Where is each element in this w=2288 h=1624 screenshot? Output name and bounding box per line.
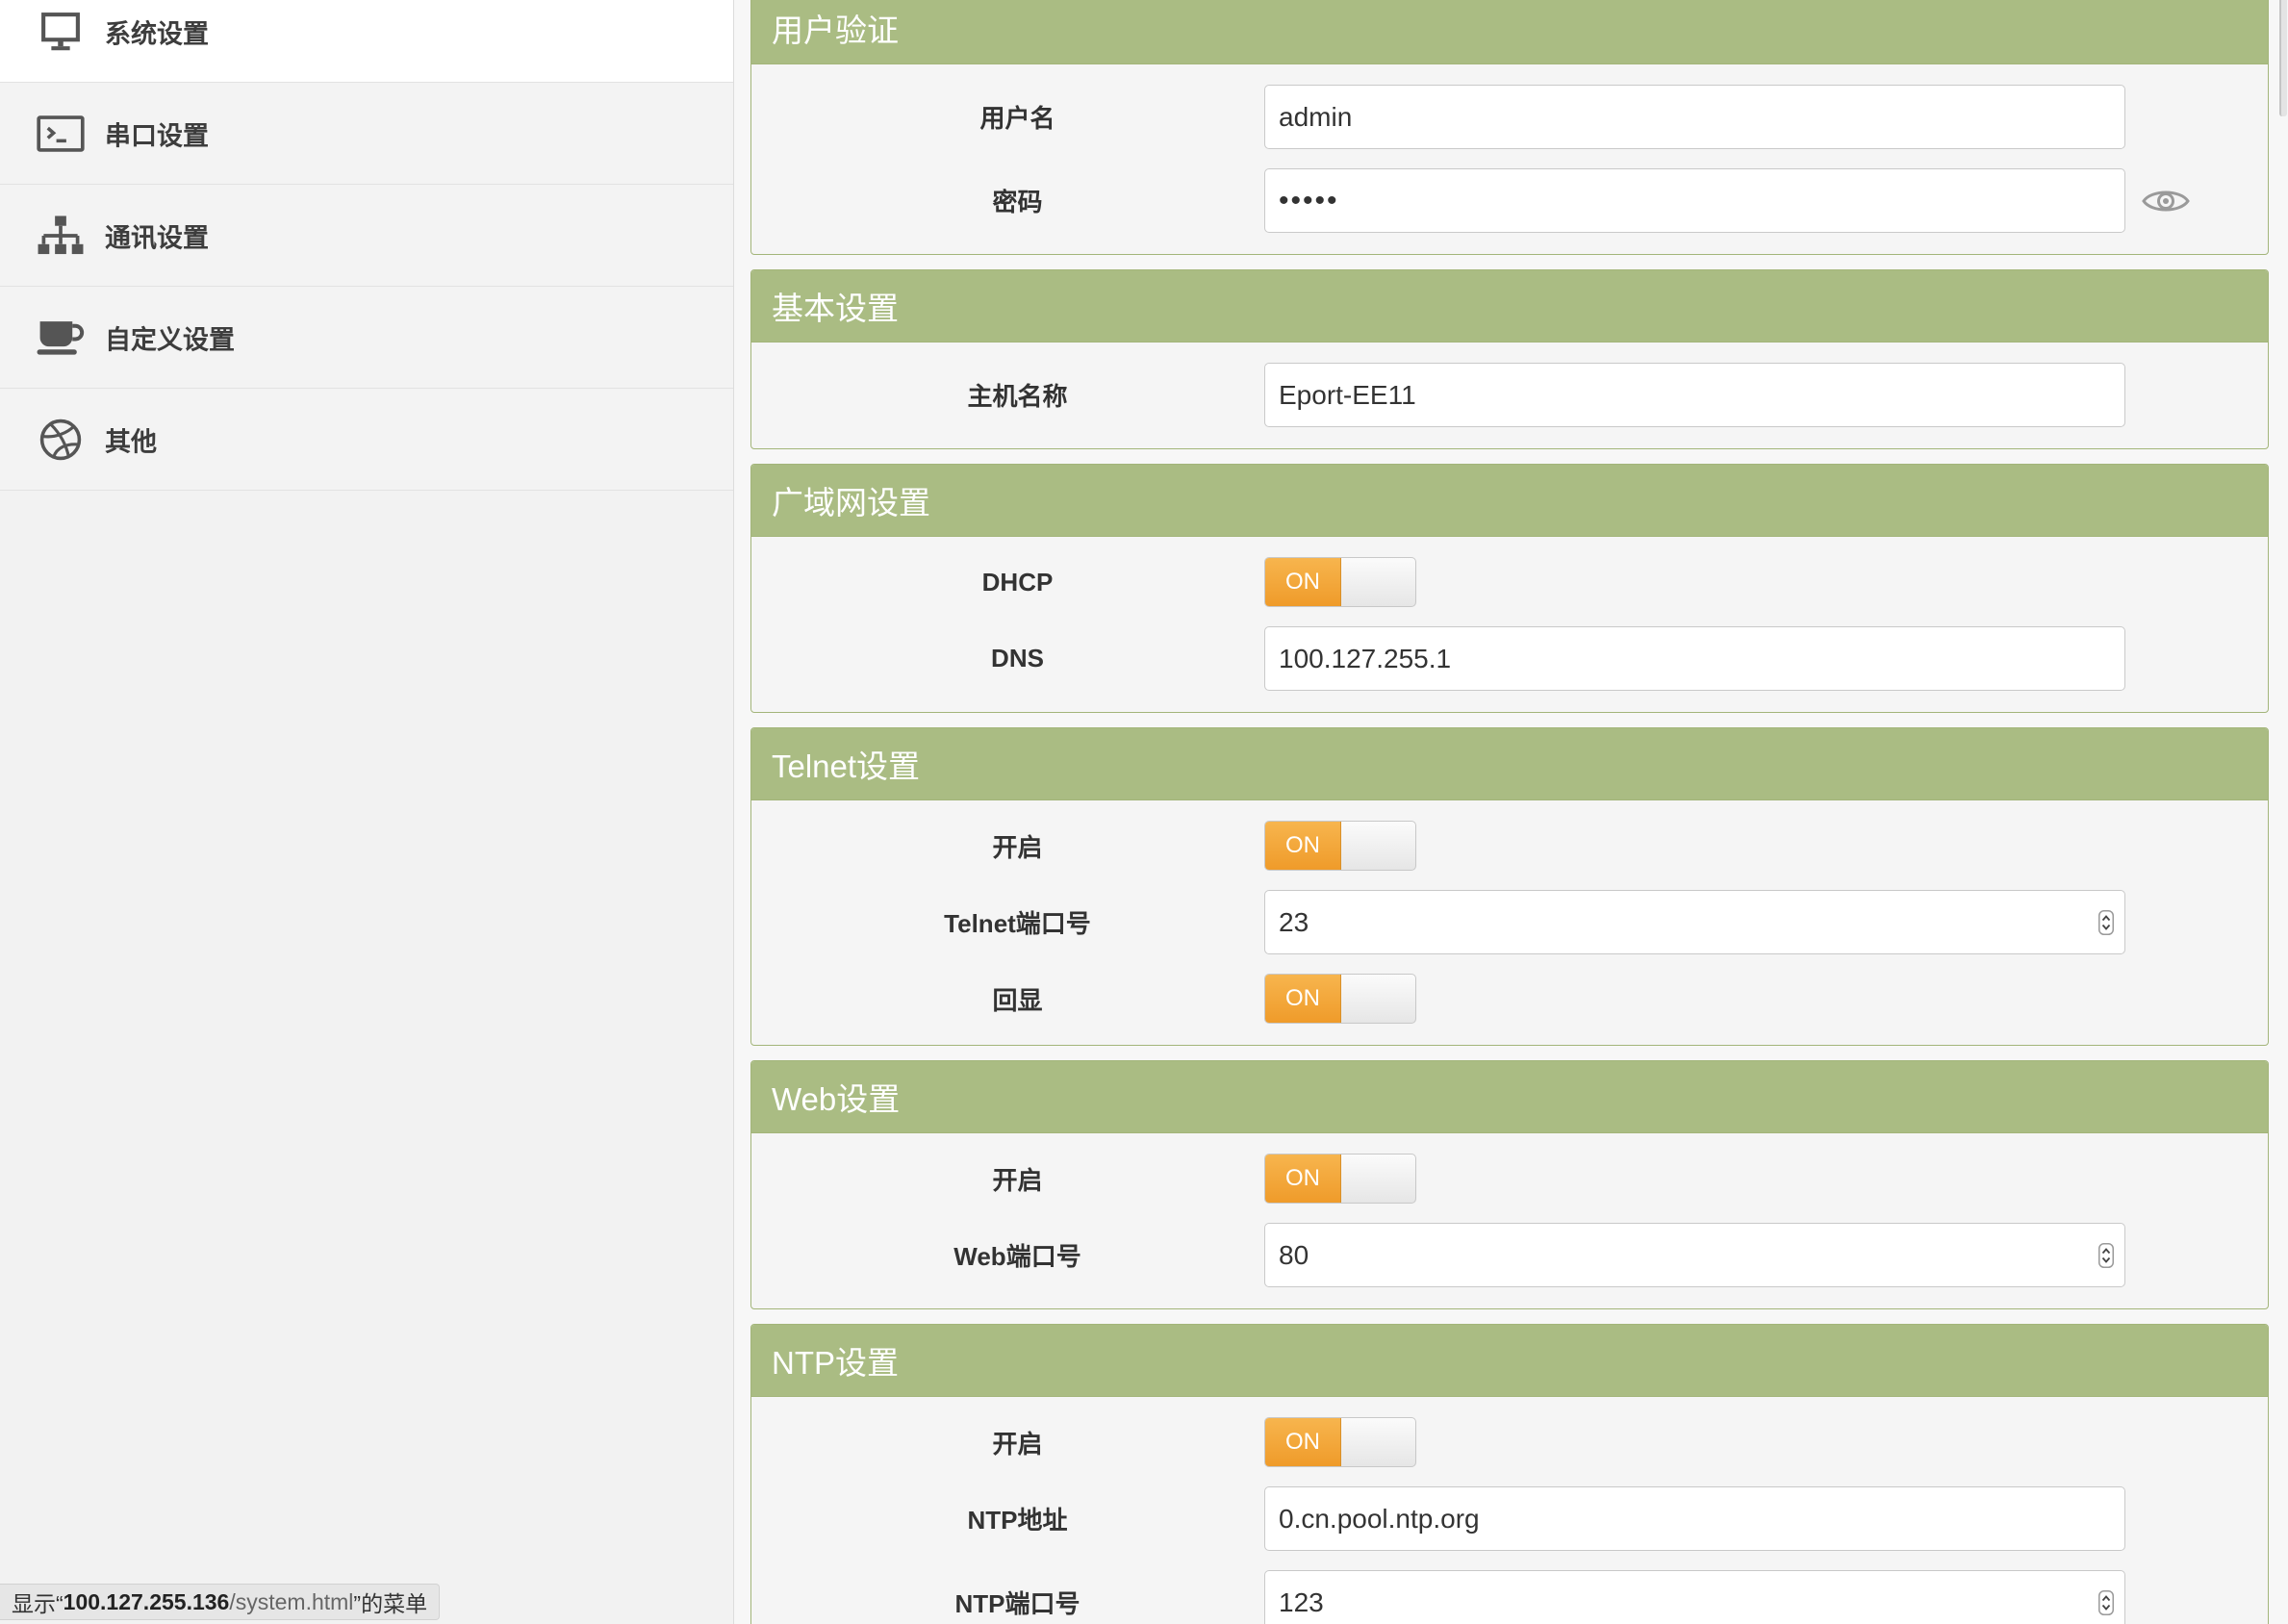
sidebar-item-label: 其他 [105,427,157,456]
monitor-icon [36,9,86,55]
password-input[interactable] [1264,168,2125,233]
sidebar-item-label: 串口设置 [105,121,209,150]
sidebar-item-communication-settings[interactable]: 通讯设置 [0,185,733,287]
eye-icon[interactable] [2141,185,2191,217]
main-content: 用户验证 用户名 密码 [734,0,2288,1624]
panel-user-auth: 用户验证 用户名 密码 [750,0,2269,255]
panel-title: 广域网设置 [772,485,930,520]
hostname-input[interactable] [1264,363,2125,427]
telnet-enable-row: 开启 ON [751,821,2268,871]
web-port-row: Web端口号 [751,1223,2268,1287]
sidebar-item-other[interactable]: 其他 [0,389,733,491]
dribbble-icon [36,417,86,463]
panel-web-settings: Web设置 开启 ON Web端口号 [750,1060,2269,1309]
toggle-knob [1341,1155,1415,1203]
sidebar-item-system-settings[interactable]: 系统设置 [0,0,733,83]
toggle-knob [1341,822,1415,870]
telnet-port-label: Telnet端口号 [944,909,1091,938]
telnet-echo-toggle[interactable]: ON [1264,974,1416,1024]
ntp-server-input[interactable] [1264,1486,2125,1551]
web-port-input[interactable] [1264,1223,2125,1287]
username-input[interactable] [1264,85,2125,149]
telnet-port-row: Telnet端口号 [751,890,2268,954]
panel-title: 基本设置 [772,291,899,326]
dhcp-label: DHCP [981,567,1054,596]
ntp-server-row: NTP地址 [751,1486,2268,1551]
ntp-port-label: NTP端口号 [954,1589,1080,1618]
username-row: 用户名 [751,85,2268,149]
hostname-label: 主机名称 [967,382,1068,411]
panel-header: NTP设置 [751,1325,2268,1397]
panel-ntp-settings: NTP设置 开启 ON NTP地址 NTP端口号 [750,1324,2269,1624]
username-label: 用户名 [979,104,1055,133]
telnet-enable-label: 开启 [992,832,1043,862]
ntp-enable-row: 开启 ON [751,1417,2268,1467]
panel-title: Web设置 [772,1081,901,1117]
status-prefix: 显示“ [12,1591,64,1616]
panel-wan-settings: 广域网设置 DHCP ON DNS [750,464,2269,713]
panel-title: 用户验证 [772,13,899,48]
panel-header: 用户验证 [751,0,2268,64]
telnet-port-input[interactable] [1264,890,2125,954]
telnet-echo-label: 回显 [992,985,1043,1015]
panel-title: Telnet设置 [772,749,921,784]
status-path: /system.html [229,1588,354,1614]
dhcp-toggle[interactable]: ON [1264,557,1416,607]
password-label: 密码 [992,188,1043,216]
status-host: 100.127.255.136 [63,1588,230,1614]
number-stepper-icon[interactable] [2098,1242,2114,1268]
dns-label: DNS [991,644,1044,672]
coffee-cup-icon [36,315,86,361]
panel-header: Telnet设置 [751,728,2268,800]
toggle-on-label: ON [1265,975,1341,1023]
ntp-server-label: NTP地址 [967,1506,1068,1535]
hostname-row: 主机名称 [751,363,2268,427]
sidebar-item-label: 自定义设置 [105,325,235,354]
panel-basic-settings: 基本设置 主机名称 [750,269,2269,449]
panel-telnet-settings: Telnet设置 开启 ON Telnet端口号 23 回显 ON [750,727,2269,1046]
toggle-on-label: ON [1265,1155,1341,1203]
number-stepper-icon[interactable] [2098,1589,2114,1615]
toggle-knob [1341,1418,1415,1466]
ntp-enable-toggle[interactable]: ON [1264,1417,1416,1467]
telnet-enable-toggle[interactable]: ON [1264,821,1416,871]
panel-header: Web设置 [751,1061,2268,1133]
sidebar: 系统设置 串口设置 通讯设置 自定义设置 其他 [0,0,734,1624]
scrollbar-thumb[interactable] [2279,0,2287,116]
password-row: 密码 [751,168,2268,233]
telnet-echo-row: 回显 ON [751,974,2268,1024]
toggle-knob [1341,975,1415,1023]
panel-title: NTP设置 [772,1345,899,1381]
dhcp-row: DHCP ON [751,557,2268,607]
web-enable-row: 开启 ON [751,1154,2268,1204]
toggle-on-label: ON [1265,822,1341,870]
toggle-on-label: ON [1265,1418,1341,1466]
sidebar-item-label: 通讯设置 [105,223,209,252]
sidebar-item-serial-settings[interactable]: 串口设置 [0,83,733,185]
link-status-bar: 显示“ 100.127.255.136/system.html ”的菜单 [0,1584,441,1620]
ntp-port-row: NTP端口号 [751,1570,2268,1624]
sitemap-icon [36,213,86,259]
web-port-label: Web端口号 [953,1242,1081,1271]
dns-row: DNS [751,626,2268,691]
ntp-port-input[interactable] [1264,1570,2125,1624]
panel-header: 基本设置 [751,270,2268,343]
sidebar-item-label: 系统设置 [105,19,209,48]
toggle-knob [1341,558,1415,606]
dns-input[interactable] [1264,626,2125,691]
web-enable-toggle[interactable]: ON [1264,1154,1416,1204]
settings-panels: 用户验证 用户名 密码 [750,0,2269,1624]
status-suffix: ”的菜单 [353,1591,428,1616]
web-enable-label: 开启 [992,1165,1043,1195]
terminal-icon [36,111,86,157]
sidebar-item-custom-settings[interactable]: 自定义设置 [0,287,733,389]
toggle-on-label: ON [1265,558,1341,606]
number-stepper-icon[interactable] [2098,909,2114,935]
panel-header: 广域网设置 [751,465,2268,537]
ntp-enable-label: 开启 [992,1429,1043,1459]
